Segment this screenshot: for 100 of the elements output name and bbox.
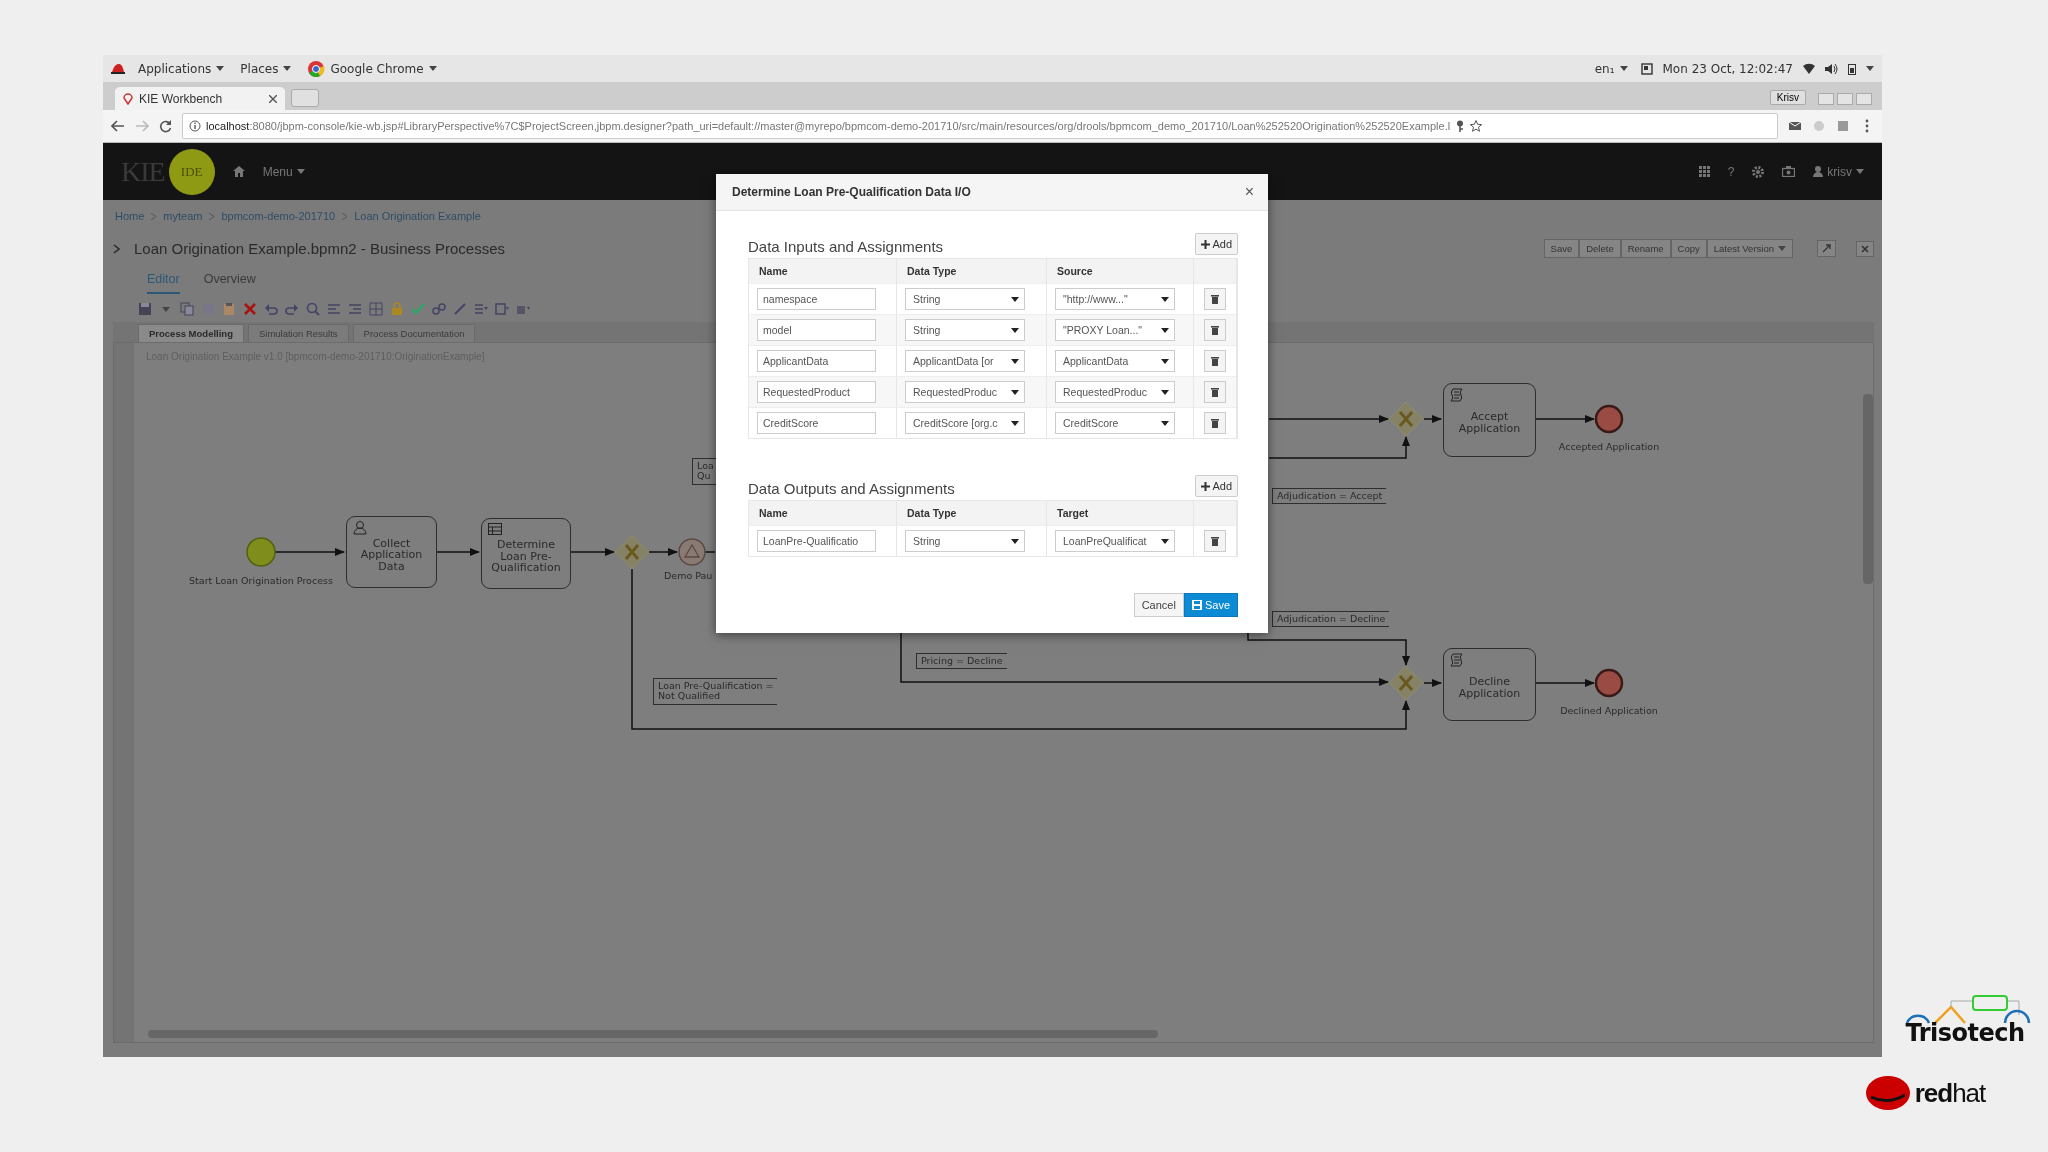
wifi-icon[interactable]: [1803, 62, 1815, 75]
cancel-button[interactable]: Cancel: [1133, 593, 1184, 617]
window-control-icon[interactable]: [1837, 93, 1853, 105]
toolbar-button[interactable]: Copy: [1670, 239, 1707, 258]
toolbar-button[interactable]: Latest Version: [1706, 239, 1793, 258]
text-annotation[interactable]: Loan Pre-Qualification = Not Qualified: [653, 678, 778, 705]
toolbar-button[interactable]: Rename: [1620, 239, 1671, 258]
help-button[interactable]: ?: [1727, 164, 1735, 179]
check-icon[interactable]: [411, 301, 425, 316]
column-header: Name: [749, 259, 897, 283]
trash-icon: [1211, 356, 1219, 366]
extension-icon[interactable]: [1788, 119, 1802, 133]
data-type-select[interactable]: String: [905, 288, 1025, 310]
top-bar-menu[interactable]: Google Chrome: [304, 59, 440, 78]
zoom-icon[interactable]: [306, 301, 320, 316]
save-button[interactable]: Save: [1183, 593, 1238, 617]
scrollbar-thumb[interactable]: [148, 1030, 1158, 1038]
toolbar-button[interactable]: Delete: [1579, 239, 1621, 258]
source-select[interactable]: ApplicantData: [1055, 350, 1175, 372]
profile-button[interactable]: Krisv: [1769, 90, 1806, 105]
menu-button[interactable]: Menu: [262, 164, 305, 179]
align-icon[interactable]: [348, 301, 362, 316]
text-annotation[interactable]: Pricing = Decline: [916, 653, 1007, 670]
keyboard-menu[interactable]: en₁: [1591, 61, 1631, 76]
delete-button[interactable]: [1204, 381, 1226, 403]
scrollbar-thumb[interactable]: [1863, 394, 1873, 584]
browser-tab[interactable]: KIE Workbench: [115, 87, 285, 110]
screen-icon[interactable]: [1640, 62, 1653, 75]
top-bar-menu[interactable]: Applications: [135, 61, 228, 76]
back-icon[interactable]: [111, 120, 125, 132]
align-icon[interactable]: [327, 301, 341, 316]
reload-icon[interactable]: [159, 119, 172, 133]
expand-button[interactable]: [1817, 240, 1836, 257]
source-select[interactable]: "http://www...": [1055, 288, 1175, 310]
task-node[interactable]: Accept Application: [1443, 383, 1536, 457]
layout-icon[interactable]: [495, 301, 509, 316]
name-field[interactable]: ApplicantData: [757, 350, 876, 372]
close-button[interactable]: ×: [1244, 183, 1254, 201]
star-icon[interactable]: [1470, 120, 1483, 132]
add-button[interactable]: Add: [1195, 475, 1238, 497]
caret-icon: [1011, 358, 1019, 364]
forward-icon[interactable]: [135, 120, 149, 132]
target-select[interactable]: LoanPreQualificat: [1055, 530, 1175, 552]
source-select[interactable]: CreditScore: [1055, 412, 1175, 434]
caret-icon: [1866, 66, 1874, 71]
save-icon: [1191, 600, 1202, 610]
data-type-select[interactable]: String: [905, 319, 1025, 341]
paste-icon[interactable]: [222, 301, 236, 316]
script-icon: [1450, 388, 1464, 402]
key-icon[interactable]: [1455, 120, 1466, 132]
delete-button[interactable]: [1204, 412, 1226, 434]
data-type-select[interactable]: CreditScore [org.c: [905, 412, 1025, 434]
name-field[interactable]: CreditScore: [757, 412, 876, 434]
name-field[interactable]: model: [757, 319, 876, 341]
delete-icon[interactable]: [243, 301, 257, 316]
text-annotation[interactable]: Adjudication = Decline: [1272, 611, 1390, 628]
window-control-icon[interactable]: [1856, 93, 1872, 105]
delete-button[interactable]: [1204, 350, 1226, 372]
grid-icon[interactable]: [1698, 166, 1710, 177]
plus-icon: [1201, 239, 1211, 249]
task-label: Determine Loan Pre-Qualification: [490, 539, 562, 574]
name-field[interactable]: RequestedProduct: [757, 381, 876, 403]
arrange-icon[interactable]: [474, 301, 488, 316]
toolbar-button[interactable]: Save: [1543, 239, 1580, 258]
task-node[interactable]: Decline Application: [1443, 648, 1536, 721]
window-control-icon[interactable]: [1818, 93, 1834, 105]
close-button[interactable]: [1856, 240, 1874, 257]
delete-button[interactable]: [1204, 530, 1226, 552]
close-icon[interactable]: [269, 94, 277, 103]
data-type-select[interactable]: ApplicantData [or: [905, 350, 1025, 372]
home-icon[interactable]: [232, 166, 245, 177]
name-field[interactable]: namespace: [757, 288, 876, 310]
sequence-flow-arrow: [1423, 679, 1442, 687]
designer-tab[interactable]: Process Modelling: [138, 324, 244, 342]
task-node[interactable]: Determine Loan Pre-Qualification: [481, 518, 571, 589]
redo-icon[interactable]: [285, 301, 299, 316]
name-field[interactable]: LoanPre-Qualificatio: [757, 530, 876, 552]
text-annotation[interactable]: Adjudication = Accept: [1272, 488, 1387, 505]
trash-icon: [1211, 325, 1219, 335]
source-select[interactable]: RequestedProduc: [1055, 381, 1175, 403]
user-menu[interactable]: krisv: [1813, 164, 1864, 179]
delete-button[interactable]: [1204, 288, 1226, 310]
volume-icon[interactable]: [1825, 62, 1838, 75]
camera-icon[interactable]: [1782, 166, 1796, 177]
data-type-select[interactable]: RequestedProduc: [905, 381, 1025, 403]
grid-icon[interactable]: [369, 301, 383, 316]
new-tab-button[interactable]: [291, 89, 319, 107]
settings-icon[interactable]: [1752, 165, 1765, 178]
top-bar-menu[interactable]: Places: [237, 61, 295, 76]
exclusive-gateway: [1388, 401, 1424, 437]
address-field[interactable]: localhost:8080/jbpm-console/kie-wb.jsp#LibraryPerspective%7C$ProjectScreen,jbpm.designer?path_uri=default://master@myrepo/bpmcom-demo-201710/src/main/resources/org/drools/bpmcom_demo_201710/Loan%252520Origination%252520Example.l: [182, 113, 1778, 139]
battery-icon[interactable]: [1848, 62, 1856, 75]
data-type-select[interactable]: String: [905, 530, 1025, 552]
add-button[interactable]: Add: [1195, 233, 1238, 255]
source-select[interactable]: "PROXY Loan...": [1055, 319, 1175, 341]
chevron-icon[interactable]: [113, 243, 120, 254]
task-node[interactable]: Collect Application Data: [346, 516, 437, 588]
delete-button[interactable]: [1204, 319, 1226, 341]
save-icon[interactable]: [138, 301, 152, 316]
logo-badge: IDE: [168, 148, 215, 195]
